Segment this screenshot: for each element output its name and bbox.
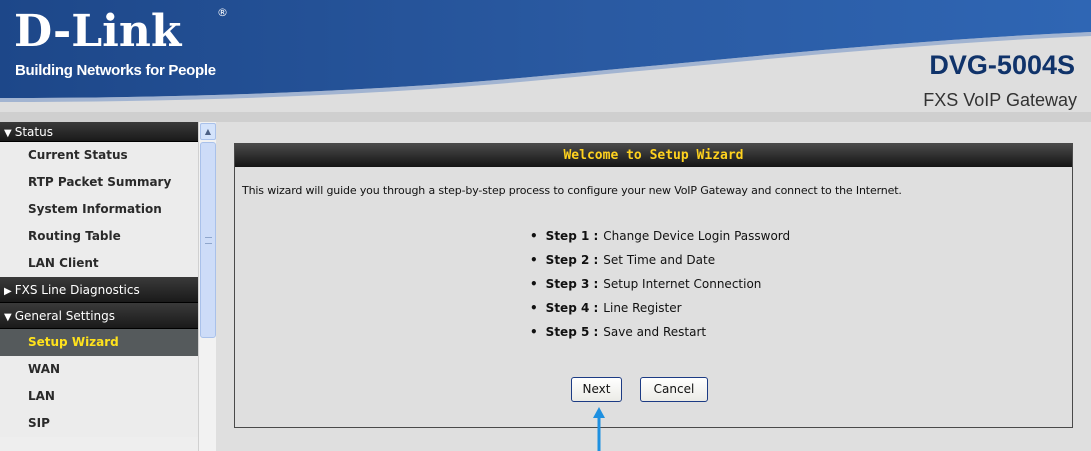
nav-item-sip[interactable]: SIP <box>0 410 198 437</box>
wizard-step: • Step 1 : Change Device Login Password <box>530 229 791 243</box>
wizard-steps-list: • Step 1 : Change Device Login Password • S… <box>530 224 790 344</box>
next-button[interactable]: Next <box>571 377 622 402</box>
wizard-intro-text: This wizard will guide you through a ste… <box>242 184 902 197</box>
nav-section-label: FXS Line Diagnostics <box>14 283 140 297</box>
bullet-icon: • <box>530 301 538 315</box>
nav-item-setup-wizard[interactable]: Setup Wizard <box>0 329 198 356</box>
product-subtitle: FXS VoIP Gateway <box>923 90 1077 110</box>
collapsed-triangle-icon: ▶ <box>4 286 12 297</box>
expanded-triangle-icon: ▼ <box>4 128 12 139</box>
nav-item-current-status[interactable]: Current Status <box>0 142 198 169</box>
wizard-step: • Step 4 : Line Register <box>530 301 682 315</box>
step-label: Step 5 <box>545 325 590 339</box>
sidebar-scrollbar[interactable]: ▲ <box>198 122 216 451</box>
expanded-triangle-icon: ▼ <box>4 312 12 323</box>
step-label: Step 4 <box>545 301 590 315</box>
scroll-up-arrow-icon[interactable]: ▲ <box>200 123 216 140</box>
step-text: Line Register <box>603 301 682 315</box>
registered-mark: ® <box>217 6 228 19</box>
nav-menu: ▼ Status Current Status RTP Packet Summar… <box>0 122 198 437</box>
bullet-icon: • <box>530 229 538 243</box>
header-banner: D-Link ® Building Networks for People DV… <box>0 0 1091 122</box>
step-text: Change Device Login Password <box>603 229 791 243</box>
scrollbar-thumb[interactable] <box>200 142 216 338</box>
nav-section-label: General Settings <box>14 309 116 323</box>
step-text: Set Time and Date <box>603 253 716 267</box>
bullet-icon: • <box>530 325 538 339</box>
nav-section-general-settings[interactable]: ▼ General Settings <box>0 303 198 329</box>
scrollbar-grip <box>205 237 212 244</box>
panel-title: Welcome to Setup Wizard <box>235 144 1072 167</box>
step-text: Setup Internet Connection <box>603 277 762 291</box>
nav-item-lan-client[interactable]: LAN Client <box>0 250 198 277</box>
wizard-step: • Step 2 : Set Time and Date <box>530 253 716 267</box>
nav-section-fxs-line-diagnostics[interactable]: ▶ FXS Line Diagnostics <box>0 277 198 303</box>
wizard-step: • Step 3 : Setup Internet Connection <box>530 277 762 291</box>
nav-item-rtp-packet-summary[interactable]: RTP Packet Summary <box>0 169 198 196</box>
nav-item-routing-table[interactable]: Routing Table <box>0 223 198 250</box>
bullet-icon: • <box>530 253 538 267</box>
nav-section-label: Status <box>14 125 53 139</box>
step-label: Step 3 <box>545 277 590 291</box>
pointer-arrow-icon <box>593 407 605 451</box>
model-name: DVG-5004S <box>929 50 1075 80</box>
nav-item-lan[interactable]: LAN <box>0 383 198 410</box>
cancel-button[interactable]: Cancel <box>640 377 708 402</box>
nav-section-status[interactable]: ▼ Status <box>0 122 198 142</box>
nav-item-wan[interactable]: WAN <box>0 356 198 383</box>
setup-wizard-panel: Welcome to Setup Wizard This wizard will… <box>234 143 1073 428</box>
step-label: Step 2 <box>545 253 590 267</box>
step-label: Step 1 <box>545 229 590 243</box>
nav-item-system-information[interactable]: System Information <box>0 196 198 223</box>
wizard-step: • Step 5 : Save and Restart <box>530 325 707 339</box>
sidebar: ▼ Status Current Status RTP Packet Summar… <box>0 122 216 451</box>
main-content: Welcome to Setup Wizard This wizard will… <box>216 122 1091 451</box>
step-text: Save and Restart <box>603 325 707 339</box>
bullet-icon: • <box>530 277 538 291</box>
dlink-logo: D-Link <box>14 6 182 57</box>
logo-tagline: Building Networks for People <box>15 62 216 79</box>
